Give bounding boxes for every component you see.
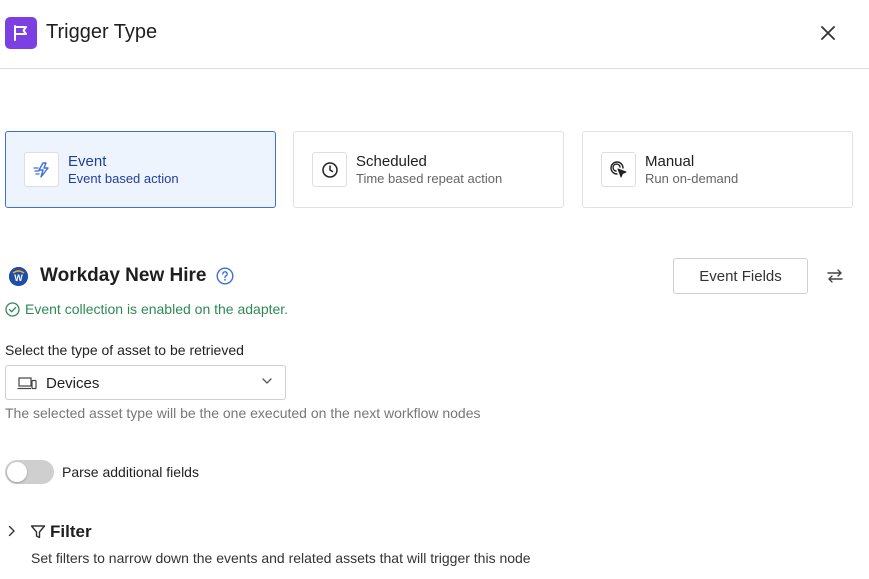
source-title: Workday New Hire xyxy=(40,265,207,286)
asset-type-label: Select the type of asset to be retrieved xyxy=(5,342,244,358)
filter-title[interactable]: Filter xyxy=(50,522,92,542)
trigger-card-subtitle: Time based repeat action xyxy=(356,171,503,186)
dialog-title: Trigger Type xyxy=(46,21,158,43)
event-status: Event collection is enabled on the adapt… xyxy=(5,301,288,317)
toggle-knob xyxy=(7,462,27,482)
workday-logo-letter: W xyxy=(14,273,23,283)
close-icon xyxy=(821,26,835,40)
trigger-card-title: Event xyxy=(68,153,107,170)
devices-icon xyxy=(17,377,37,390)
funnel-icon xyxy=(30,525,46,539)
event-fields-button[interactable]: Event Fields xyxy=(673,258,808,294)
trigger-card-manual[interactable]: Manual Run on-demand xyxy=(582,131,853,208)
clock-icon xyxy=(312,152,347,187)
asset-type-select[interactable]: Devices xyxy=(5,365,286,400)
dialog-header: Trigger Type xyxy=(0,0,869,69)
trigger-card-scheduled[interactable]: Scheduled Time based repeat action xyxy=(293,131,564,208)
asset-type-help: The selected asset type will be the one … xyxy=(5,405,481,421)
parse-fields-label: Parse additional fields xyxy=(62,464,199,480)
event-icon xyxy=(24,152,59,187)
close-button[interactable] xyxy=(815,20,841,46)
swap-icon[interactable] xyxy=(826,268,844,284)
trigger-card-title: Manual xyxy=(645,153,695,170)
help-icon[interactable] xyxy=(216,267,234,285)
check-circle-icon xyxy=(5,301,20,317)
flag-icon xyxy=(5,17,37,49)
event-status-text: Event collection is enabled on the adapt… xyxy=(25,301,289,317)
filter-description: Set filters to narrow down the events an… xyxy=(31,550,531,566)
trigger-card-subtitle: Run on-demand xyxy=(645,171,739,186)
cursor-click-icon xyxy=(601,152,636,187)
trigger-card-event[interactable]: Event Event based action xyxy=(5,131,276,208)
asset-type-value: Devices xyxy=(46,375,100,392)
parse-fields-toggle[interactable] xyxy=(5,460,54,484)
workday-logo: W xyxy=(9,267,28,286)
chevron-right-icon[interactable] xyxy=(7,525,17,537)
chevron-down-icon xyxy=(262,378,272,384)
trigger-card-subtitle: Event based action xyxy=(68,171,179,186)
trigger-card-title: Scheduled xyxy=(356,153,427,170)
